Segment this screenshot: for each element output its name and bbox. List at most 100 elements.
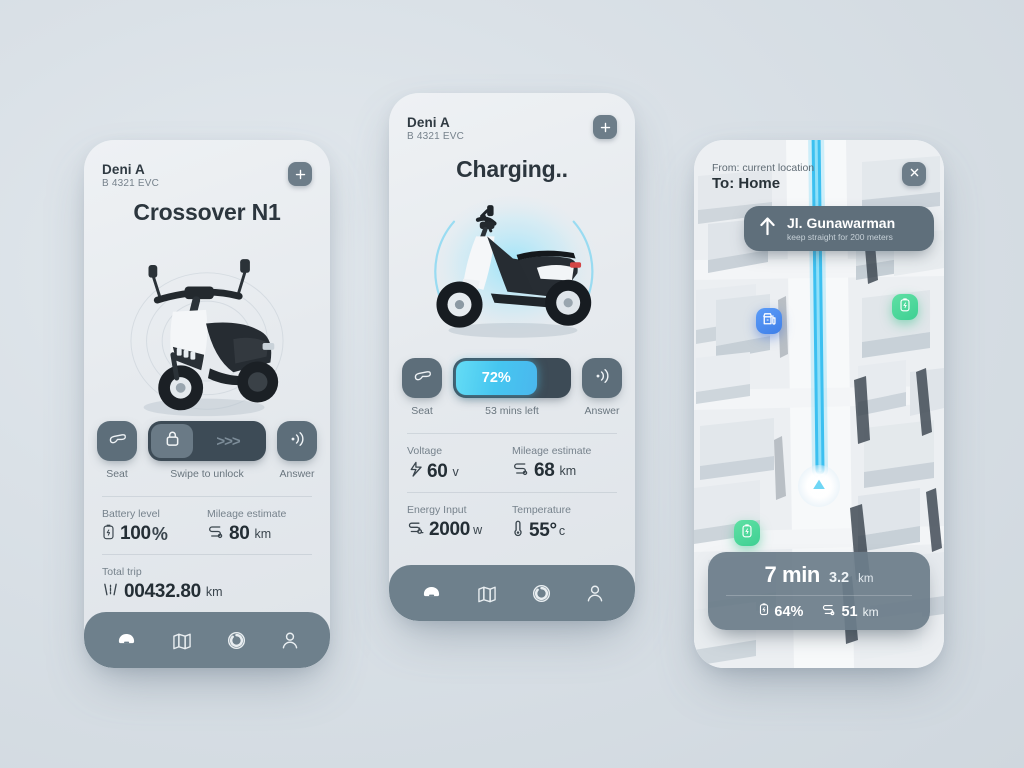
stat-unit: v — [452, 464, 459, 479]
direction-street: Jl. Gunawarman — [787, 215, 896, 231]
nav-item-scooter[interactable] — [115, 631, 138, 650]
direction-card[interactable]: Jl. Gunawarman keep straight for 200 met… — [744, 206, 934, 252]
stat-number: 100 — [120, 523, 151, 544]
nav-item-stats[interactable] — [531, 583, 552, 604]
header: Deni A B 4321 EVC — [389, 93, 635, 142]
owner-block: Deni A B 4321 EVC — [102, 162, 159, 189]
map-view[interactable]: From: current location To: Home Jl. Guna… — [694, 140, 944, 668]
owner-name: Deni A — [102, 162, 145, 177]
answer-control[interactable]: Answer — [582, 358, 622, 417]
eta-distance: 3.2 — [828, 570, 850, 586]
stat-voltage: Voltage 60 v — [407, 445, 512, 483]
map-icon — [172, 633, 191, 649]
map-marker-battery-station-1[interactable] — [892, 294, 918, 320]
stat-battery-level: Battery level 100 % — [102, 508, 207, 545]
nav-item-profile[interactable] — [585, 583, 605, 604]
nav-item-map[interactable] — [171, 631, 193, 650]
map-marker-charging-shop[interactable] — [756, 308, 782, 334]
seat-label: Seat — [411, 405, 433, 417]
direction-text-block: Jl. Gunawarman keep straight for 200 met… — [787, 215, 895, 242]
nav-item-profile[interactable] — [280, 630, 300, 651]
plus-icon — [600, 122, 611, 133]
seat-control[interactable]: Seat — [402, 358, 442, 417]
stat-number: 2000 — [429, 519, 471, 540]
page-title: Crossover N1 — [133, 199, 281, 225]
owner-plate: B 4321 EVC — [102, 178, 160, 189]
answer-control[interactable]: Answer — [277, 421, 317, 480]
stat-label: Mileage estimate — [207, 508, 287, 520]
header: Deni A B 4321 EVC — [84, 140, 330, 189]
battery-charge-icon — [899, 297, 911, 317]
route-icon — [512, 461, 529, 481]
answer-button[interactable] — [277, 421, 317, 461]
donut-chart-icon — [227, 631, 245, 649]
scooter-icon — [118, 633, 134, 643]
stat-value: 60 v — [407, 460, 512, 483]
stat-unit: km — [254, 527, 272, 541]
stat-unit: w — [473, 523, 483, 537]
nav-item-stats[interactable] — [226, 630, 247, 651]
swipe-knob[interactable] — [151, 424, 193, 458]
control-row: Seat 72% 53 mins left Answer — [389, 358, 635, 417]
nav-item-map[interactable] — [476, 584, 498, 603]
road-icon — [102, 581, 119, 603]
stat-number: 55° — [529, 519, 557, 541]
battery-charge-icon — [741, 523, 753, 543]
answer-label: Answer — [584, 405, 620, 417]
eta-summary-card[interactable]: 7 min 3.2 km 64% 51 km — [708, 552, 930, 630]
stat-number: 00432.80 — [124, 581, 201, 602]
plug-icon — [407, 520, 424, 541]
stats-row: Voltage 60 v Mileage estimate 68 km — [407, 433, 617, 492]
eta-primary-row: 7 min 3.2 km — [722, 562, 916, 588]
stat-value: 00432.80 km — [102, 581, 312, 603]
map-marker-battery-station-2[interactable] — [734, 520, 760, 546]
route-to: To: Home — [712, 175, 781, 192]
phone-card-navigation: From: current location To: Home Jl. Guna… — [694, 140, 944, 668]
add-vehicle-button[interactable] — [288, 162, 312, 186]
stat-value: 55° c — [512, 519, 617, 542]
seat-label: Seat — [106, 468, 128, 480]
stat-temperature: Temperature 55° c — [512, 504, 617, 542]
seat-control[interactable]: Seat — [97, 421, 137, 480]
owner-block: Deni A B 4321 EVC — [407, 115, 464, 142]
seat-icon — [108, 432, 127, 451]
route-icon — [821, 603, 836, 621]
direction-hint: keep straight for 200 meters — [787, 232, 893, 243]
horn-icon — [288, 431, 306, 452]
thermometer-icon — [512, 519, 524, 542]
seat-button[interactable] — [97, 421, 137, 461]
add-vehicle-button[interactable] — [593, 115, 617, 139]
charging-progress-control[interactable]: 72% 53 mins left — [453, 358, 571, 417]
current-position-marker — [798, 465, 840, 507]
stat-label: Energy Input — [407, 504, 467, 516]
swipe-to-unlock-track[interactable]: >>> — [148, 421, 266, 461]
control-row: Seat >>> Swipe to unlock Answer — [84, 421, 330, 480]
seat-button[interactable] — [402, 358, 442, 398]
bolt-icon — [407, 460, 422, 483]
swipe-unlock-control[interactable]: >>> Swipe to unlock — [148, 421, 266, 480]
stat-label: Voltage — [407, 445, 443, 457]
swipe-chevrons: >>> — [216, 432, 240, 450]
navigation-arrow-icon — [808, 474, 830, 499]
battery-icon — [759, 602, 769, 621]
eta-distance-unit: km — [858, 573, 874, 585]
stat-label: Total trip — [102, 566, 142, 578]
stats-section: Battery level 100 % Mileage estimate 80 … — [84, 496, 330, 612]
stat-label: Mileage estimate — [512, 445, 592, 457]
divider — [726, 595, 912, 596]
eta-range-value: 51 — [841, 603, 858, 620]
arrow-up-icon — [758, 215, 777, 242]
stat-label: Battery level — [102, 508, 160, 520]
stat-value: 80 km — [207, 523, 312, 545]
close-navigation-button[interactable] — [902, 162, 926, 186]
route-from: From: current location — [712, 162, 815, 174]
nav-item-scooter[interactable] — [420, 584, 443, 603]
vehicle-illustration — [389, 183, 635, 358]
eta-time: 7 min — [764, 562, 821, 587]
stats-row: Battery level 100 % Mileage estimate 80 … — [102, 496, 312, 554]
swipe-label: Swipe to unlock — [170, 468, 244, 480]
route-icon — [207, 524, 224, 544]
stat-number: 60 — [427, 460, 448, 482]
answer-button[interactable] — [582, 358, 622, 398]
stat-value: 100 % — [102, 523, 207, 545]
